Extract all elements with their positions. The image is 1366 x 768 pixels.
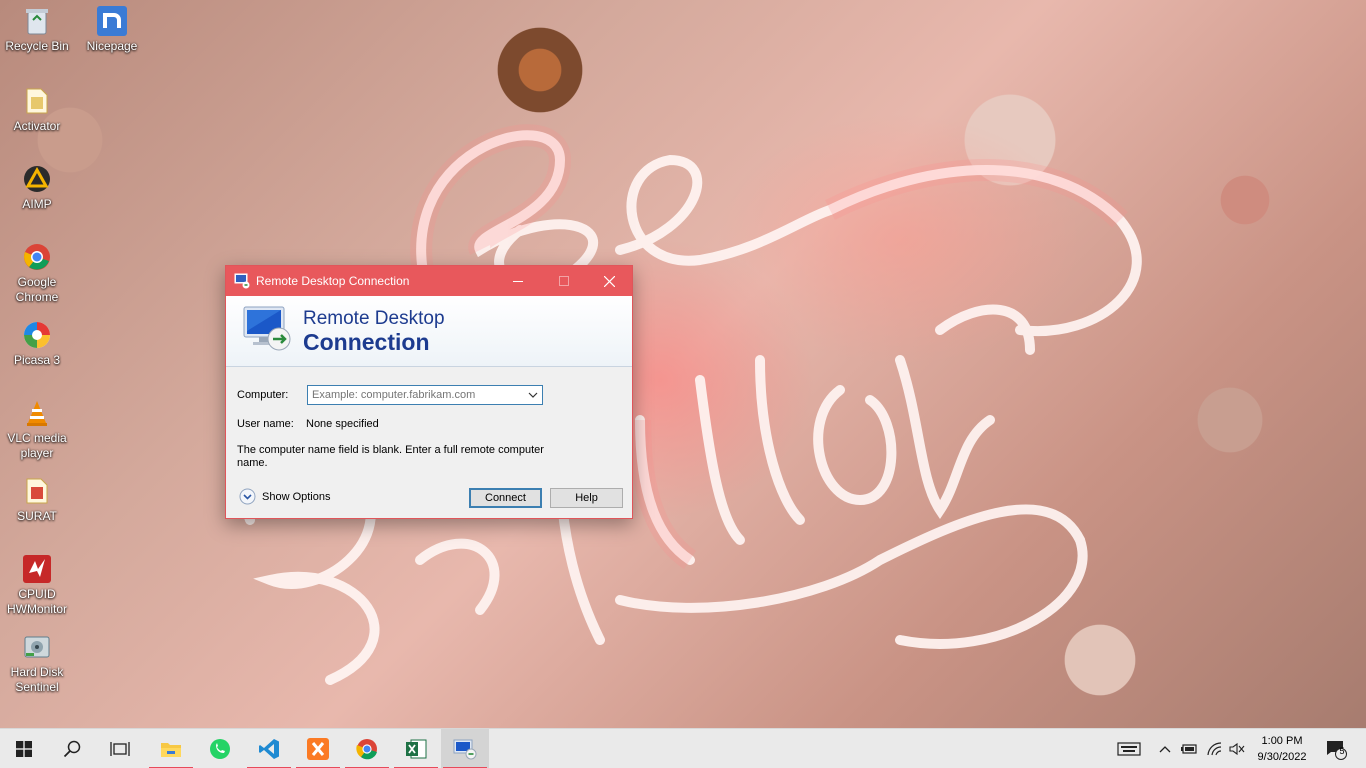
taskbar-whatsapp[interactable] [196, 729, 244, 768]
maximize-button [541, 266, 587, 296]
computer-label: Computer: [237, 389, 289, 401]
taskbar-chrome[interactable] [343, 729, 391, 768]
status-message: The computer name field is blank. Enter … [237, 444, 544, 469]
desktop-icon-picasa[interactable]: Picasa 3 [0, 320, 74, 368]
search-icon [63, 740, 81, 758]
clock[interactable]: 1:00 PM 9/30/2022 [1247, 733, 1317, 765]
computer-input[interactable] [312, 389, 522, 401]
chrome-icon [356, 739, 377, 760]
username-value: None specified [306, 418, 379, 430]
wifi-icon [1207, 742, 1222, 756]
action-center-button[interactable]: 5 [1318, 729, 1354, 768]
clock-date: 9/30/2022 [1257, 751, 1307, 763]
vscode-icon [259, 739, 279, 759]
search-button[interactable] [48, 729, 96, 768]
desktop-icon-label: Hard Disk Sentinel [10, 665, 64, 694]
desktop-icon-hard-disk-sentinel[interactable]: Hard Disk Sentinel [0, 632, 74, 695]
volume-muted-icon [1229, 742, 1245, 756]
minimize-button[interactable] [495, 266, 541, 296]
folder-icon [161, 743, 181, 757]
recycle-bin-icon [22, 6, 52, 36]
nicepage-icon [97, 6, 127, 36]
desktop-icon-aimp[interactable]: AIMP [0, 164, 74, 212]
desktop-icon-label: Recycle Bin [5, 39, 69, 53]
taskbar-remote-desktop[interactable] [441, 729, 489, 768]
chevron-down-icon[interactable] [528, 390, 538, 400]
desktop-icon-google-chrome[interactable]: Google Chrome [0, 242, 74, 305]
battery-icon [1181, 744, 1197, 754]
chrome-icon [22, 242, 52, 272]
start-button[interactable] [0, 729, 48, 768]
desktop-icon-label: Picasa 3 [13, 353, 61, 367]
desktop-icon-label: AIMP [22, 197, 52, 211]
banner-title-line2: Connection [303, 329, 430, 355]
window-titlebar[interactable]: Remote Desktop Connection [226, 266, 632, 296]
picasa-icon [22, 320, 52, 350]
remote-desktop-icon [234, 273, 250, 289]
desktop-icon-nicepage[interactable]: Nicepage [75, 6, 149, 54]
whatsapp-icon [210, 739, 230, 759]
maximize-icon [559, 276, 569, 286]
show-hidden-icons-button[interactable] [1155, 729, 1175, 768]
desktop-wallpaper: Recycle Bin Nicepage Activator AIMP Goog… [0, 0, 1366, 728]
expand-chevron-icon [239, 488, 256, 505]
taskbar-file-explorer[interactable] [147, 729, 195, 768]
notification-count: 5 [1339, 746, 1345, 756]
taskbar-xampp[interactable] [294, 729, 342, 768]
desktop-icon-hwmonitor[interactable]: CPUID HWMonitor [0, 554, 74, 617]
computer-combobox[interactable] [307, 385, 543, 405]
desktop-icon-recycle-bin[interactable]: Recycle Bin [0, 6, 74, 54]
taskbar: 1:00 PM 9/30/2022 5 [0, 728, 1366, 768]
keyboard-icon [1117, 742, 1141, 756]
vlc-icon [22, 398, 52, 428]
desktop-icon-vlc[interactable]: VLC media player [0, 398, 74, 461]
desktop-icon-label: SURAT [17, 509, 57, 523]
windows-icon [16, 741, 32, 757]
desktop-icon-label: Nicepage [86, 39, 138, 53]
task-view-icon [110, 742, 130, 756]
remote-desktop-window: Remote Desktop Connection Remote Desktop… [225, 265, 633, 519]
file-icon [22, 476, 52, 506]
rdp-banner: Remote Desktop Connection [226, 296, 632, 367]
connect-button[interactable]: Connect [469, 488, 542, 508]
minimize-icon [513, 281, 523, 282]
chevron-up-icon [1159, 746, 1171, 753]
xampp-icon [307, 738, 329, 760]
remote-desktop-icon [453, 739, 477, 760]
hdsentinel-icon [22, 632, 52, 662]
neon-wallpaper-art [239, 124, 1142, 685]
desktop-icon-activator[interactable]: Activator [0, 86, 74, 134]
taskbar-excel[interactable] [392, 729, 440, 768]
volume-button[interactable] [1226, 729, 1248, 768]
show-options-toggle[interactable]: Show Options [239, 488, 330, 505]
banner-title-line1: Remote Desktop [303, 308, 445, 329]
task-view-button[interactable] [96, 729, 144, 768]
desktop-icon-surat[interactable]: SURAT [0, 476, 74, 524]
aimp-icon [22, 164, 52, 194]
hwmonitor-icon [22, 554, 52, 584]
network-button[interactable] [1203, 729, 1225, 768]
help-button[interactable]: Help [550, 488, 623, 508]
window-title: Remote Desktop Connection [256, 274, 410, 288]
excel-icon [406, 739, 427, 759]
show-options-label: Show Options [262, 490, 331, 503]
file-icon [22, 86, 52, 116]
battery-button[interactable] [1178, 729, 1200, 768]
desktop-icon-label: CPUID HWMonitor [6, 587, 67, 616]
input-indicator-button[interactable] [1114, 729, 1144, 768]
username-label: User name: [237, 418, 294, 430]
remote-desktop-logo-icon [243, 306, 291, 351]
desktop-icon-label: Activator [13, 119, 61, 133]
desktop-icon-label: VLC media player [7, 431, 67, 460]
close-icon [603, 275, 615, 287]
taskbar-vscode[interactable] [245, 729, 293, 768]
clock-time: 1:00 PM [1261, 735, 1303, 747]
desktop-icon-label: Google Chrome [15, 275, 59, 304]
close-button[interactable] [586, 266, 632, 296]
